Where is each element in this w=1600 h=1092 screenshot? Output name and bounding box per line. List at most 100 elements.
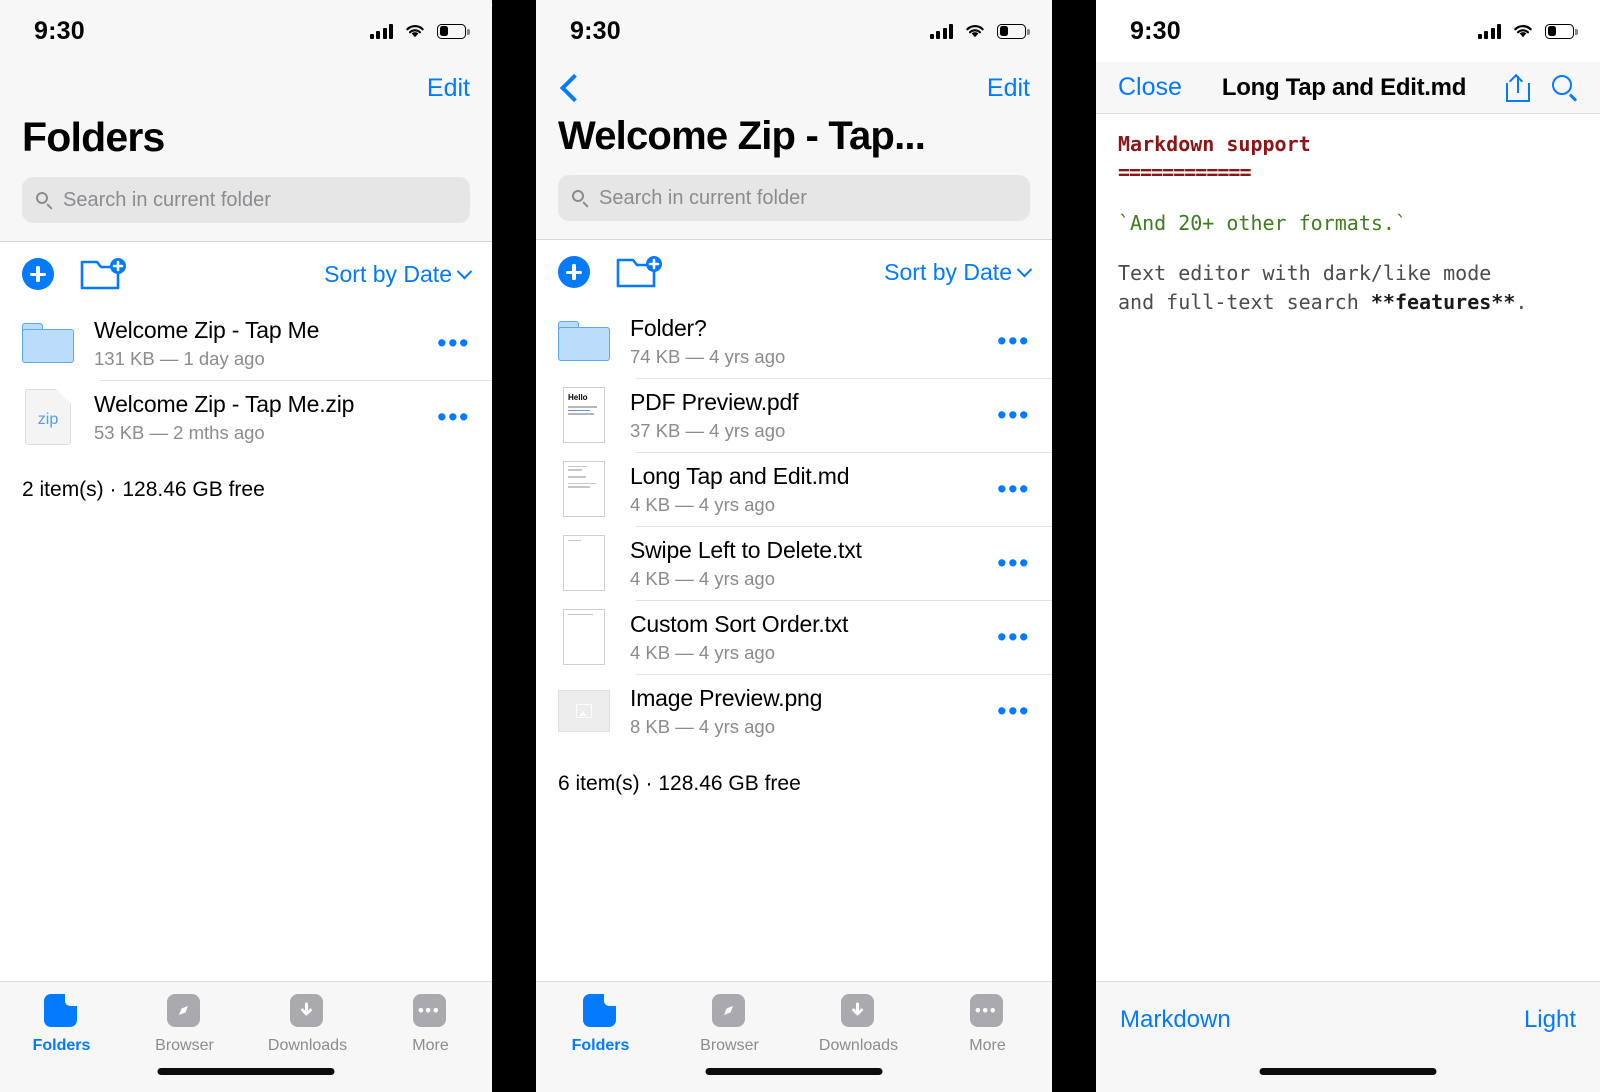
status-bar-clock: 9:30 [570,16,621,45]
close-button[interactable]: Close [1118,73,1182,102]
table-row[interactable]: Swipe Left to Delete.txt 4 KB — 4 yrs ag… [536,526,1052,600]
tab-label: More [412,1037,449,1054]
folders-icon [582,993,619,1030]
table-row[interactable]: Custom Sort Order.txt 4 KB — 4 yrs ago •… [536,600,1052,674]
table-row[interactable]: Image Preview.png 8 KB — 4 yrs ago ••• [536,674,1052,748]
file-subtitle: 8 KB — 4 yrs ago [630,715,775,737]
row-more-button[interactable]: ••• [985,698,1030,725]
row-more-button[interactable]: ••• [985,328,1030,355]
tab-bar-items: Folders Browser Downloads ••• More [0,982,492,1055]
row-meta: Swipe Left to Delete.txt 4 KB — 4 yrs ag… [630,537,985,590]
file-subtitle: 4 KB — 4 yrs ago [630,493,775,515]
tab-browser[interactable]: Browser [123,994,246,1055]
table-row[interactable]: Welcome Zip - Tap Me 131 KB — 1 day ago … [0,306,492,380]
markdown-heading: Markdown support [1118,132,1311,156]
home-indicator[interactable] [705,1068,883,1075]
add-item-button[interactable] [558,256,590,288]
folder-icon [558,313,610,369]
markdown-mode-button[interactable]: Markdown [1120,1006,1231,1034]
table-row[interactable]: Folder? 74 KB — 4 yrs ago ••• [536,304,1052,378]
pdf-thumbnail-icon: Hello [558,387,610,443]
markdown-content: Markdown support ============ `And 20+ o… [1096,114,1600,316]
status-bar: 9:30 [0,0,492,62]
row-more-button[interactable]: ••• [985,476,1030,503]
file-name: Swipe Left to Delete.txt [630,536,862,563]
download-icon [840,994,877,1030]
pdf-thumbnail-label: Hello [568,393,588,402]
file-list: Folder? 74 KB — 4 yrs ago ••• Hello PDF … [536,304,1052,748]
search-input[interactable]: Search in current folder [558,175,1030,221]
edit-button[interactable]: Edit [987,74,1030,103]
tab-browser[interactable]: Browser [665,994,794,1055]
viewer-nav-bar: Close Long Tap and Edit.md [1096,62,1600,114]
home-indicator[interactable] [1259,1068,1437,1075]
status-bar-clock: 9:30 [1130,16,1181,45]
sort-dropdown[interactable]: Sort by Date [324,260,473,288]
status-bar: 9:30 [1096,0,1600,62]
tab-label: Downloads [267,1037,348,1054]
page-title: Welcome Zip - Tap... [558,114,926,158]
tab-label: Downloads [818,1037,899,1054]
file-toolbar: Sort by Date [0,242,492,306]
row-more-button[interactable]: ••• [985,624,1030,651]
tab-folders[interactable]: Folders [0,993,123,1055]
file-name: Welcome Zip - Tap Me.zip [94,390,355,417]
list-footnote: 2 item(s) · 128.46 GB free [22,478,265,501]
markdown-paragraph: Text editor with dark/like mode and full… [1118,259,1578,316]
row-more-button[interactable]: ••• [425,330,470,357]
folders-icon [43,993,80,1030]
page-title: Long Tap and Edit.md [1221,73,1467,101]
header-block: Folders Search in current folder [0,114,492,241]
sort-label: Sort by Date [884,258,1012,285]
file-name: PDF Preview.pdf [630,388,799,415]
markdown-paragraph-line-2: and full-text search [1118,289,1371,314]
tab-bar-items: Folders Browser Downloads ••• More [536,982,1052,1055]
tab-label: Folders [32,1037,91,1054]
markdown-inline-code: `And 20+ other formats.` [1118,210,1407,235]
row-more-button[interactable]: ••• [985,402,1030,429]
new-folder-button[interactable] [80,257,126,291]
tab-more[interactable]: ••• More [923,994,1052,1055]
file-subtitle: 37 KB — 4 yrs ago [630,419,786,441]
share-icon[interactable] [1506,73,1530,102]
add-item-button[interactable] [22,258,54,290]
search-placeholder: Search in current folder [63,188,271,211]
tab-bar: Folders Browser Downloads ••• More [536,981,1052,1092]
tab-downloads[interactable]: Downloads [794,994,923,1055]
back-button[interactable] [558,73,589,103]
tab-folders[interactable]: Folders [536,993,665,1055]
search-input[interactable]: Search in current folder [22,177,470,223]
new-folder-button[interactable] [616,255,662,289]
row-more-button[interactable]: ••• [425,404,470,431]
row-meta: Welcome Zip - Tap Me 131 KB — 1 day ago [94,317,425,370]
phone-panel-folder-contents: 9:30 Edit Welcome Zip - Tap... Search in… [536,0,1052,1092]
file-subtitle: 4 KB — 4 yrs ago [630,641,775,663]
search-icon [36,191,53,209]
document-thumbnail-icon [558,535,610,591]
sort-dropdown[interactable]: Sort by Date [884,258,1033,286]
table-row[interactable]: Hello PDF Preview.pdf 37 KB — 4 yrs ago … [536,378,1052,452]
compass-icon [711,994,748,1030]
toolbar-left-group [558,255,662,289]
row-more-button[interactable]: ••• [985,550,1030,577]
tab-downloads[interactable]: Downloads [246,994,369,1055]
chevron-down-icon [456,263,473,279]
file-subtitle: 74 KB — 4 yrs ago [630,345,786,367]
search-icon[interactable] [1552,74,1578,101]
row-meta: PDF Preview.pdf 37 KB — 4 yrs ago [630,389,985,442]
viewer-bottom-bar: Markdown Light [1096,981,1600,1092]
tab-bar: Folders Browser Downloads ••• More [0,981,492,1092]
phone-panel-folders-root: 9:30 Edit Folders Search in current fold… [0,0,492,1092]
status-bar-icons [1477,23,1578,39]
sort-label: Sort by Date [324,260,452,287]
ellipsis-icon: ••• [969,994,1006,1030]
table-row[interactable]: zip Welcome Zip - Tap Me.zip 53 KB — 2 m… [0,380,492,454]
home-indicator[interactable] [157,1068,335,1075]
row-meta: Welcome Zip - Tap Me.zip 53 KB — 2 mths … [94,391,425,444]
tab-more[interactable]: ••• More [369,994,492,1055]
edit-button[interactable]: Edit [427,74,470,103]
cellular-bars-icon [369,23,393,39]
file-name: Custom Sort Order.txt [630,610,849,637]
theme-toggle-button[interactable]: Light [1524,1006,1576,1034]
table-row[interactable]: Long Tap and Edit.md 4 KB — 4 yrs ago ••… [536,452,1052,526]
